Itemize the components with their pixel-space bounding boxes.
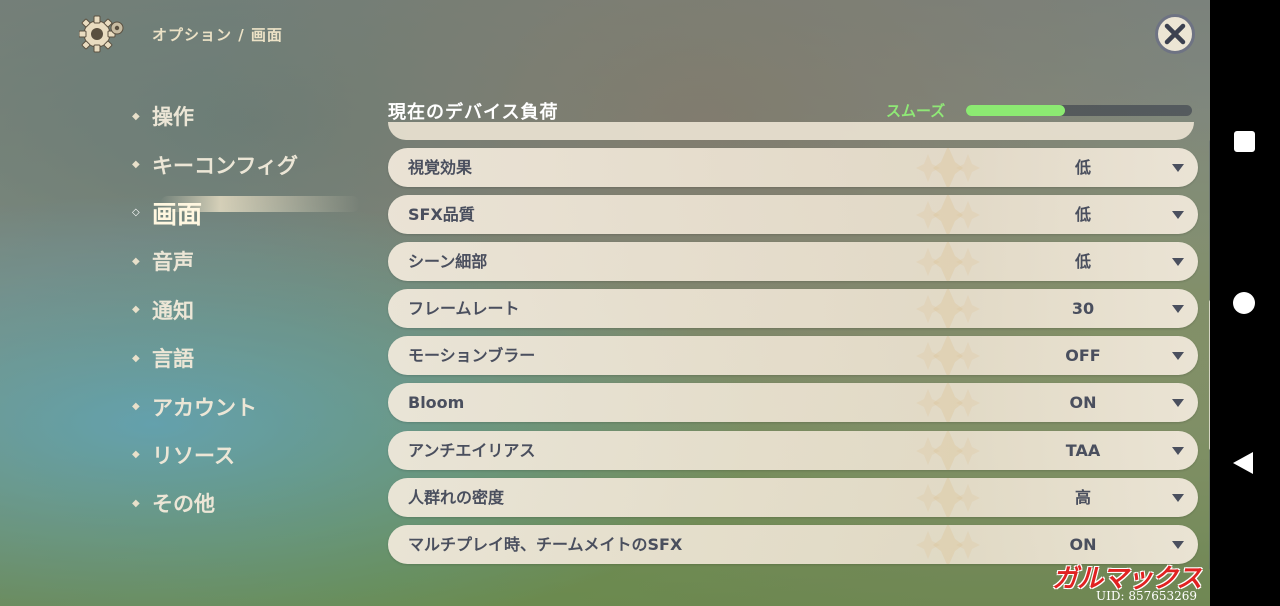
back-icon[interactable] [1233,452,1253,474]
graphics-settings-list: 視覚効果 低 SFX品質 低 シーン細部 低 フレームレート 30 モーションブ… [388,148,1198,572]
setting-value: 低 [1074,158,1091,177]
dropdown-arrow-icon [1172,399,1184,408]
device-load-status: スムーズ [886,102,946,120]
close-icon [1164,23,1186,45]
setting-value: OFF [1065,346,1101,366]
setting-label: シーン細部 [408,252,488,272]
setting-row-sfx-quality[interactable]: SFX品質 低 [388,195,1198,235]
device-load-title: 現在のデバイス負荷 [388,102,559,123]
setting-row-anti-aliasing[interactable]: アンチエイリアス TAA [388,430,1198,470]
setting-row-scene-detail[interactable]: シーン細部 低 [388,242,1198,282]
setting-value: ON [1069,393,1097,413]
menu-item-label: 音声 [152,250,194,275]
star-ornament-icon [916,148,980,187]
menu-item-label: 操作 [152,105,194,130]
setting-value: 30 [1071,299,1095,319]
setting-label: フレームレート [408,299,520,319]
setting-label: マルチプレイ時、チームメイトのSFX [408,534,683,554]
diamond-icon: ◆ [132,449,140,461]
star-ornament-icon [916,195,980,235]
diamond-icon: ◆ [132,401,140,413]
list-previous-row-edge [388,122,1194,140]
menu-item-keybinds[interactable]: ◆ キーコンフィグ [132,140,392,188]
menu-item-controls[interactable]: ◆ 操作 [132,92,392,140]
setting-value: 高 [1074,487,1091,507]
diamond-icon: ◆ [132,352,140,364]
header: オプション / 画面 [78,12,283,56]
star-ornament-icon [916,524,980,564]
menu-item-label: 通知 [152,298,194,323]
setting-label: SFX品質 [408,205,475,225]
setting-label: 人群れの密度 [408,487,505,507]
breadcrumb: オプション / 画面 [152,25,283,44]
dropdown-arrow-icon [1172,164,1184,172]
diamond-icon: ◆ [132,110,140,122]
setting-value: TAA [1065,440,1101,460]
setting-value: 低 [1074,252,1091,272]
star-ornament-icon [916,336,980,376]
dropdown-arrow-icon [1172,305,1184,314]
menu-item-account[interactable]: ◆ アカウント [132,382,392,430]
menu-item-label: キーコンフィグ [152,153,298,178]
menu-item-audio[interactable]: ◆ 音声 [132,237,392,285]
setting-row-crowd-density[interactable]: 人群れの密度 高 [388,477,1198,517]
menu-item-language[interactable]: ◆ 言語 [132,334,392,382]
recents-icon[interactable] [1234,131,1255,152]
dropdown-arrow-icon [1172,258,1184,267]
menu-item-notifications[interactable]: ◆ 通知 [132,286,392,334]
star-ornament-icon [916,242,980,282]
diamond-icon: ◆ [132,304,140,316]
setting-label: 視覚効果 [408,158,473,177]
star-ornament-icon [916,430,980,470]
dropdown-arrow-icon [1172,493,1184,502]
menu-item-other[interactable]: ◆ その他 [132,479,392,527]
device-load-bar [966,105,1192,116]
setting-label: Bloom [408,393,465,413]
diamond-icon: ◆ [132,159,140,171]
dropdown-arrow-icon [1172,540,1184,549]
diamond-icon: ◆ [132,497,140,509]
options-menu: ◆ 操作 ◆ キーコンフィグ ◇ 画面 ◆ 音声 ◆ 通知 ◆ 言語 ◆ アカウ… [132,92,392,528]
menu-item-label: リソース [152,443,235,468]
setting-row-motion-blur[interactable]: モーションブラー OFF [388,336,1198,376]
diamond-outline-icon: ◇ [132,207,140,219]
dropdown-arrow-icon [1172,446,1184,455]
gear-icon [78,12,126,56]
setting-row-bloom[interactable]: Bloom ON [388,383,1198,423]
menu-item-label: 言語 [152,347,194,372]
device-load-bar-fill [966,105,1066,116]
star-ornament-icon [916,477,980,517]
menu-item-label: 画面 [152,199,203,229]
menu-item-label: アカウント [152,395,257,420]
setting-row-visual-effects[interactable]: 視覚効果 低 [388,148,1198,187]
home-icon[interactable] [1233,292,1255,314]
close-button[interactable] [1155,14,1195,54]
setting-label: アンチエイリアス [408,440,536,460]
dropdown-arrow-icon [1172,211,1184,220]
star-ornament-icon [916,289,980,329]
menu-item-label: その他 [152,492,215,517]
uid-label: UID: 857653269 [1096,589,1198,603]
menu-item-resources[interactable]: ◆ リソース [132,431,392,479]
setting-row-frame-rate[interactable]: フレームレート 30 [388,289,1198,329]
dropdown-arrow-icon [1172,352,1184,361]
menu-item-graphics[interactable]: ◇ 画面 [132,189,392,237]
diamond-icon: ◆ [132,255,140,267]
setting-label: モーションブラー [408,346,536,366]
setting-value: 低 [1074,205,1091,225]
star-ornament-icon [916,383,980,423]
